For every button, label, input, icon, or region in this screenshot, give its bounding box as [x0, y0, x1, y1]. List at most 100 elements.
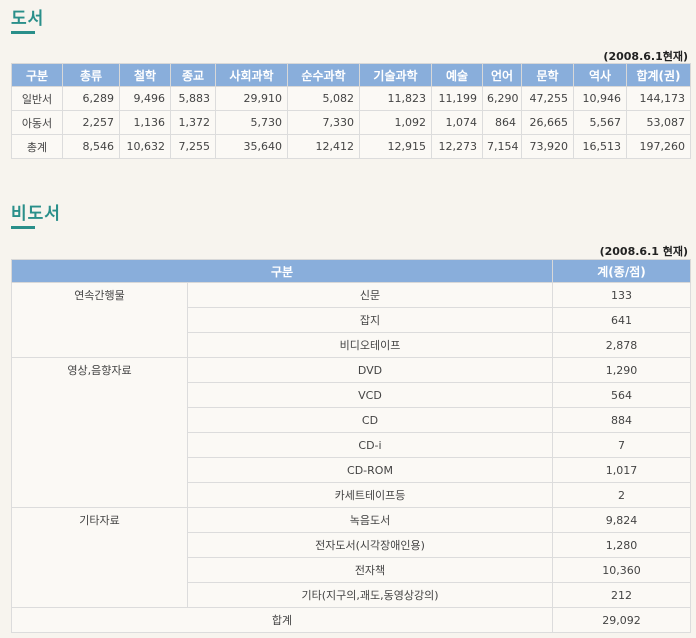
- nonbooks-total-value: 29,092: [552, 607, 691, 633]
- nonbooks-item: 신문: [187, 282, 553, 308]
- nonbooks-category: [11, 407, 188, 433]
- nonbooks-total-row: 합계 29,092: [11, 607, 691, 633]
- books-cell: 144,173: [626, 86, 691, 111]
- books-cell: 29,910: [215, 86, 288, 111]
- nonbooks-category: [11, 382, 188, 408]
- nonbooks-category: [11, 457, 188, 483]
- nonbooks-count: 641: [552, 307, 691, 333]
- books-cell: 8,546: [62, 134, 120, 159]
- books-cell: 73,920: [521, 134, 574, 159]
- nonbooks-count: 564: [552, 382, 691, 408]
- nonbooks-count: 1,280: [552, 532, 691, 558]
- nonbooks-section-title: 비도서: [11, 204, 61, 224]
- books-header-cell: 종교: [170, 63, 216, 87]
- books-cell: 1,092: [359, 110, 432, 135]
- books-cell: 6,289: [62, 86, 120, 111]
- books-title-underline: [11, 31, 35, 34]
- nonbooks-item: 전자책: [187, 557, 553, 583]
- nonbooks-row: 전자책 10,360: [11, 557, 691, 583]
- books-cell: 5,730: [215, 110, 288, 135]
- books-cell: 864: [482, 110, 522, 135]
- nonbooks-row: 비디오테이프 2,878: [11, 332, 691, 358]
- nonbooks-row: 카세트테이프등 2: [11, 482, 691, 508]
- nonbooks-item: 기타(지구의,괘도,동영상강의): [187, 582, 553, 608]
- nonbooks-category: [11, 582, 188, 608]
- nonbooks-count: 1,290: [552, 357, 691, 383]
- nonbooks-count: 1,017: [552, 457, 691, 483]
- nonbooks-row: 잡지 641: [11, 307, 691, 333]
- books-cell: 53,087: [626, 110, 691, 135]
- nonbooks-category: 기타자료: [11, 507, 188, 533]
- books-header-cell: 총류: [62, 63, 120, 87]
- books-cell: 6,290: [482, 86, 522, 111]
- nonbooks-row: 기타(지구의,괘도,동영상강의) 212: [11, 582, 691, 608]
- books-cell: 12,412: [287, 134, 360, 159]
- nonbooks-header-row: 구분 계(종/점): [11, 259, 691, 283]
- books-cell: 35,640: [215, 134, 288, 159]
- books-row-label: 일반서: [11, 86, 63, 111]
- books-row: 총계 8,546 10,632 7,255 35,640 12,412 12,915 12,2…: [11, 134, 691, 159]
- books-header-cell: 합계(권): [626, 63, 691, 87]
- nonbooks-item: CD: [187, 407, 553, 433]
- books-section-title: 도서: [11, 9, 45, 29]
- books-cell: 1,372: [170, 110, 216, 135]
- nonbooks-count: 10,360: [552, 557, 691, 583]
- books-cell: 5,082: [287, 86, 360, 111]
- nonbooks-title-underline: [11, 226, 35, 229]
- nonbooks-count: 133: [552, 282, 691, 308]
- books-cell: 26,665: [521, 110, 574, 135]
- books-header-cell: 기술과학: [359, 63, 432, 87]
- nonbooks-category: [11, 482, 188, 508]
- books-cell: 12,915: [359, 134, 432, 159]
- nonbooks-category: [11, 557, 188, 583]
- books-row: 아동서 2,257 1,136 1,372 5,730 7,330 1,092 1,074 86…: [11, 110, 691, 135]
- nonbooks-header-count: 계(종/점): [552, 259, 691, 283]
- nonbooks-category: 연속간행물: [11, 282, 188, 308]
- books-header-cell: 예술: [431, 63, 483, 87]
- nonbooks-row: 기타자료 녹음도서 9,824: [11, 507, 691, 533]
- nonbooks-row: 전자도서(시각장애인용) 1,280: [11, 532, 691, 558]
- nonbooks-row: 연속간행물 신문 133: [11, 282, 691, 308]
- nonbooks-count: 7: [552, 432, 691, 458]
- books-cell: 1,074: [431, 110, 483, 135]
- nonbooks-item: CD-ROM: [187, 457, 553, 483]
- nonbooks-item: 카세트테이프등: [187, 482, 553, 508]
- nonbooks-category: [11, 532, 188, 558]
- books-cell: 12,273: [431, 134, 483, 159]
- nonbooks-category: [11, 332, 188, 358]
- books-cell: 7,255: [170, 134, 216, 159]
- books-cell: 197,260: [626, 134, 691, 159]
- nonbooks-as-of-date: (2008.6.1 현재): [599, 245, 688, 258]
- books-header-cell: 역사: [573, 63, 627, 87]
- books-cell: 9,496: [119, 86, 171, 111]
- books-cell: 10,632: [119, 134, 171, 159]
- books-header-cell: 구분: [11, 63, 63, 87]
- nonbooks-category: [11, 307, 188, 333]
- nonbooks-item: 전자도서(시각장애인용): [187, 532, 553, 558]
- nonbooks-item: CD-i: [187, 432, 553, 458]
- nonbooks-count: 2,878: [552, 332, 691, 358]
- books-row: 일반서 6,289 9,496 5,883 29,910 5,082 11,823 11,19…: [11, 86, 691, 111]
- books-table: 구분 총류 철학 종교 사회과학 순수과학 기술과학 예술 언어 문학 역사 합계(권) 일반서 6,2…: [11, 63, 691, 159]
- nonbooks-item: 녹음도서: [187, 507, 553, 533]
- books-header-cell: 문학: [521, 63, 574, 87]
- books-cell: 5,883: [170, 86, 216, 111]
- books-cell: 2,257: [62, 110, 120, 135]
- books-cell: 10,946: [573, 86, 627, 111]
- nonbooks-table: 구분 계(종/점) 연속간행물 신문 133 잡지 641 비디오테이프 2,878 영상,음…: [11, 259, 691, 633]
- nonbooks-item: VCD: [187, 382, 553, 408]
- nonbooks-total-label: 합계: [11, 607, 553, 633]
- books-header-cell: 언어: [482, 63, 522, 87]
- books-header-cell: 순수과학: [287, 63, 360, 87]
- books-cell: 7,154: [482, 134, 522, 159]
- books-cell: 11,199: [431, 86, 483, 111]
- books-cell: 47,255: [521, 86, 574, 111]
- books-header-cell: 사회과학: [215, 63, 288, 87]
- nonbooks-count: 2: [552, 482, 691, 508]
- nonbooks-category: 영상,음향자료: [11, 357, 188, 383]
- nonbooks-item: 잡지: [187, 307, 553, 333]
- nonbooks-row: CD-ROM 1,017: [11, 457, 691, 483]
- books-header-row: 구분 총류 철학 종교 사회과학 순수과학 기술과학 예술 언어 문학 역사 합계(권): [11, 63, 691, 87]
- nonbooks-count: 212: [552, 582, 691, 608]
- nonbooks-header-category: 구분: [11, 259, 553, 283]
